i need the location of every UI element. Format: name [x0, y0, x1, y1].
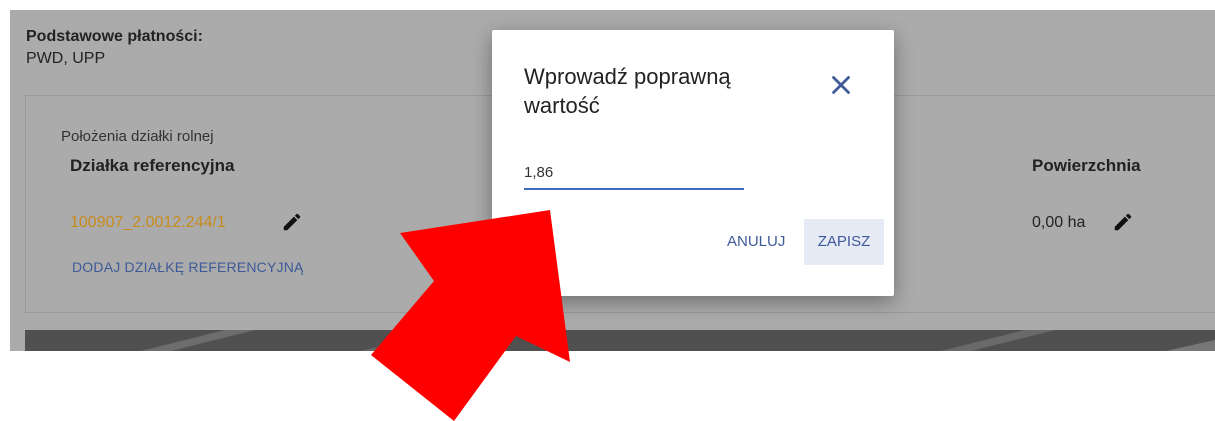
- area-value: 0,00 ha: [1032, 214, 1086, 231]
- add-reference-parcel-button[interactable]: DODAJ DZIAŁKĘ REFERENCYJNĄ: [72, 259, 304, 275]
- edit-value-dialog: Wprowadź poprawną wartość ANULUJ ZAPISZ: [492, 30, 894, 296]
- close-icon[interactable]: [826, 70, 856, 100]
- pencil-icon[interactable]: [1112, 211, 1134, 233]
- area-column-header: Powierzchnia: [1032, 156, 1141, 175]
- pencil-icon[interactable]: [281, 211, 303, 233]
- reference-column-header: Działka referencyjna: [70, 156, 235, 175]
- save-button[interactable]: ZAPISZ: [804, 219, 884, 265]
- dialog-title: Wprowadź poprawną wartość: [524, 64, 731, 118]
- cancel-button[interactable]: ANULUJ: [715, 219, 797, 265]
- payments-value: PWD, UPP: [26, 50, 106, 67]
- reference-parcel-link[interactable]: 100907_2.0012.244/1: [70, 214, 226, 232]
- plot-caption: Położenia działki rolnej: [61, 128, 214, 145]
- value-input[interactable]: [524, 156, 744, 190]
- payments-title: Podstawowe płatności:: [26, 28, 203, 45]
- map-preview: [25, 330, 1215, 351]
- map-texture: [25, 330, 1215, 351]
